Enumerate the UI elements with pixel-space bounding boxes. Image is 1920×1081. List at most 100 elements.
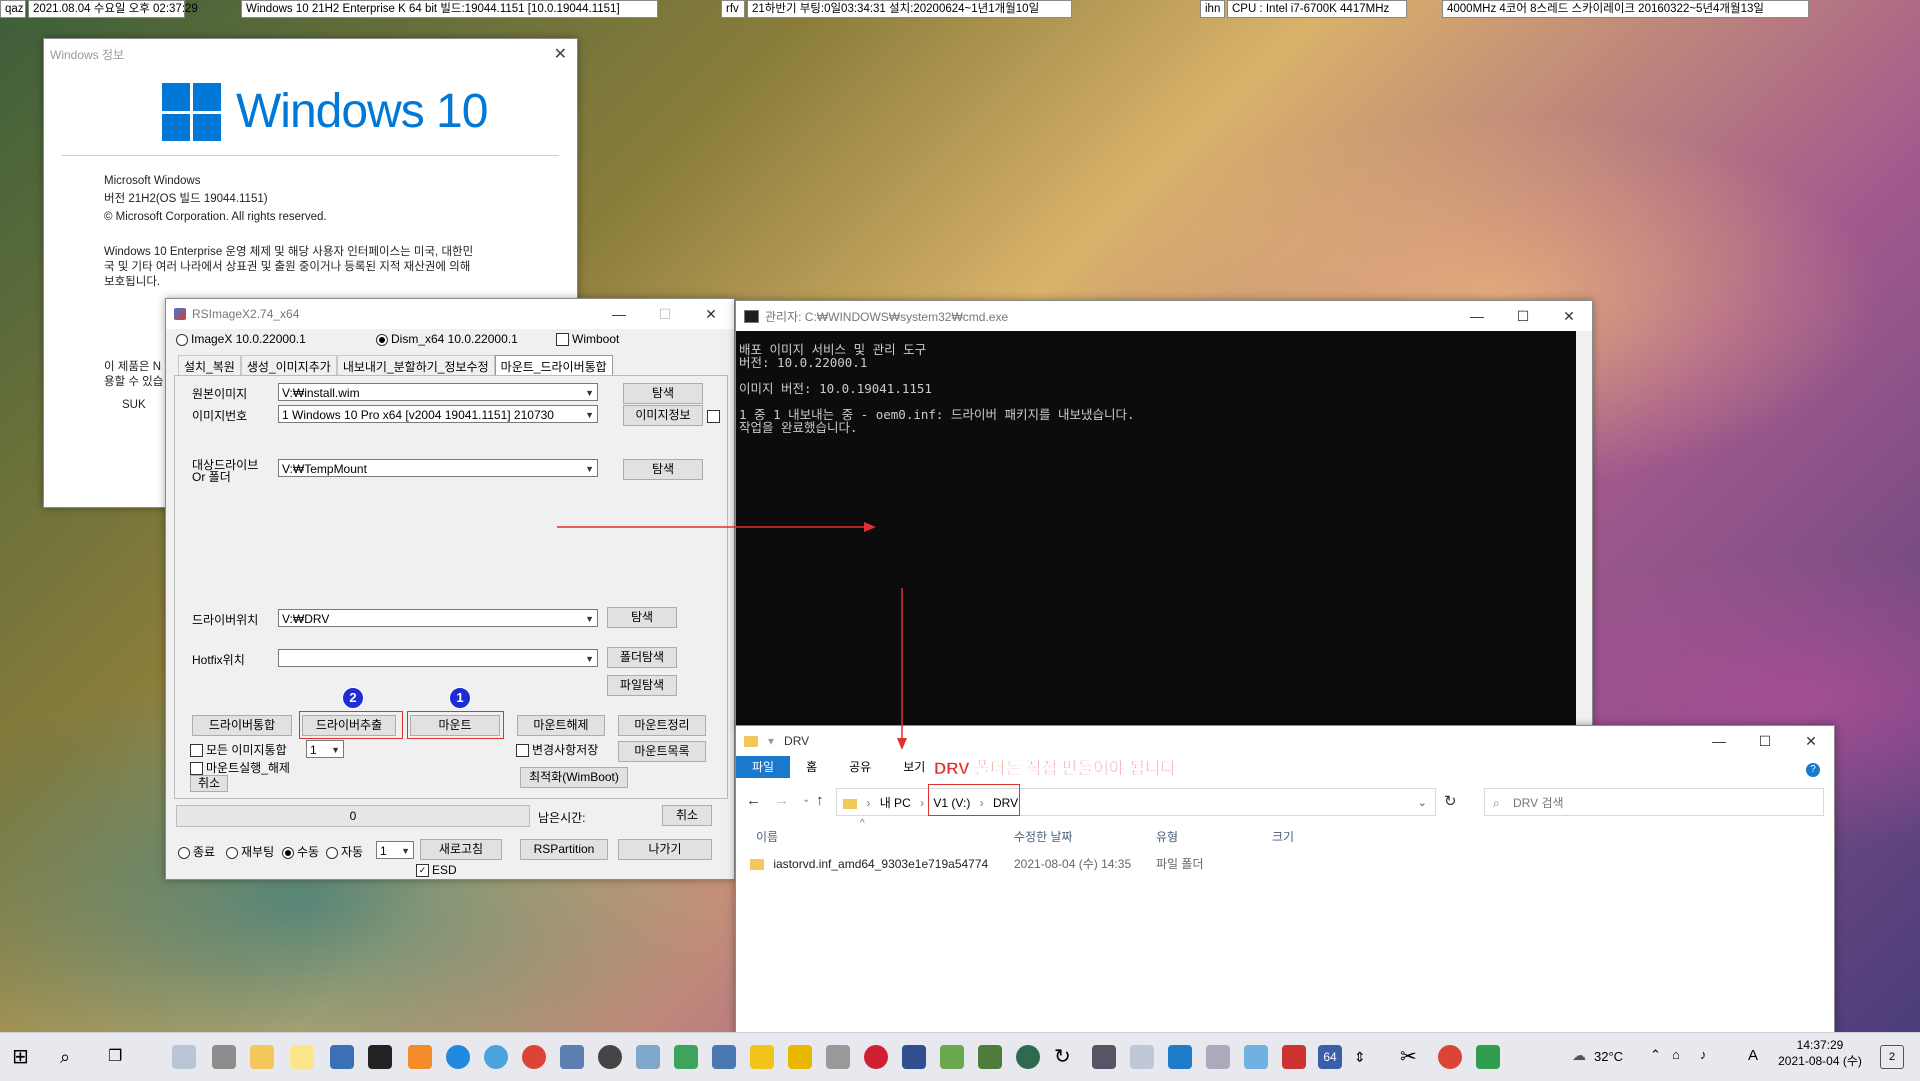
minimize-button[interactable]: —	[1454, 301, 1500, 331]
up-arrow-icon[interactable]: ↑	[816, 792, 824, 809]
esd-checkbox[interactable]: ✓ ESD	[416, 863, 457, 878]
target-folder-combo[interactable]: V:₩TempMount ▼	[278, 459, 598, 477]
browse-driver-button[interactable]: 탐색	[607, 607, 677, 628]
list-item[interactable]: iastorvd.inf_amd64_9303e1e719a54774 2021…	[750, 854, 1350, 874]
chevron-updown-icon[interactable]: ⇕	[1354, 1045, 1378, 1069]
notification-center-icon[interactable]: 2	[1880, 1045, 1904, 1069]
file-browse-button[interactable]: 파일탐색	[607, 675, 677, 696]
terminal-icon[interactable]	[368, 1045, 392, 1069]
chevron-up-icon[interactable]: ⌃	[1650, 1047, 1661, 1063]
bottom-count-combo[interactable]: 1 ▼	[376, 841, 414, 859]
image-index-combo[interactable]: 1 Windows 10 Pro x64 [v2004 19041.1151] …	[278, 405, 598, 423]
app-icon[interactable]	[330, 1045, 354, 1069]
ribbon-tab-home[interactable]: 홈	[790, 756, 833, 778]
column-name[interactable]: 이름	[756, 828, 778, 845]
refresh-button[interactable]: 새로고침	[420, 839, 502, 860]
all-images-count-combo[interactable]: 1 ▼	[306, 740, 344, 758]
app-icon[interactable]	[1244, 1045, 1268, 1069]
app-icon[interactable]	[864, 1045, 888, 1069]
rspartition-button[interactable]: RSPartition	[520, 839, 608, 860]
scissors-icon[interactable]: ✂	[1400, 1045, 1424, 1069]
app-icon[interactable]	[1476, 1045, 1500, 1069]
image-info-checkbox[interactable]	[707, 409, 723, 424]
address-bar[interactable]: › 내 PC › V1 (V:) › DRV ⌄	[836, 788, 1436, 816]
radio-reboot[interactable]: 재부팅	[226, 843, 274, 860]
refresh-icon[interactable]: ↻	[1054, 1045, 1078, 1069]
search-box[interactable]: ⌕ DRV 검색	[1484, 788, 1824, 816]
language-indicator[interactable]: A	[1748, 1047, 1758, 1064]
radio-dism[interactable]: Dism_x64 10.0.22000.1	[376, 332, 518, 346]
file-explorer-icon[interactable]	[250, 1045, 274, 1069]
image-info-button[interactable]: 이미지정보	[623, 405, 703, 426]
chrome-icon[interactable]	[1438, 1045, 1462, 1069]
cancel-button[interactable]: 취소	[662, 805, 712, 826]
app-icon[interactable]	[172, 1045, 196, 1069]
app-icon[interactable]	[712, 1045, 736, 1069]
quick-access-icon[interactable]: ▾	[768, 734, 774, 748]
driver-integrate-button[interactable]: 드라이버통합	[192, 715, 292, 736]
maximize-button[interactable]: ☐	[1500, 301, 1546, 331]
exit-button[interactable]: 나가기	[618, 839, 712, 860]
optimize-wimboot-button[interactable]: 최적화(WimBoot)	[520, 767, 628, 788]
edge-icon[interactable]	[446, 1045, 470, 1069]
app-icon[interactable]	[408, 1045, 432, 1069]
folder-browse-button[interactable]: 폴더탐색	[607, 647, 677, 668]
close-icon[interactable]: ✕	[554, 44, 567, 64]
app-icon[interactable]	[212, 1045, 236, 1069]
clock[interactable]: 14:37:29 2021-08-04 (수)	[1778, 1037, 1862, 1069]
small-cancel-button[interactable]: 취소	[190, 775, 228, 792]
x64-icon[interactable]: 64	[1318, 1045, 1342, 1069]
column-size[interactable]: 크기	[1272, 828, 1294, 845]
source-image-combo[interactable]: V:₩install.wim ▼	[278, 383, 598, 401]
app-icon[interactable]	[1092, 1045, 1116, 1069]
cmd-scrollbar[interactable]	[1576, 331, 1592, 729]
app-icon[interactable]	[940, 1045, 964, 1069]
network-icon[interactable]: ⌂	[1672, 1047, 1680, 1062]
app-icon[interactable]	[1282, 1045, 1306, 1069]
ribbon-tab-share[interactable]: 공유	[833, 756, 887, 778]
back-arrow-icon[interactable]: ←	[746, 792, 761, 809]
app-icon[interactable]	[826, 1045, 850, 1069]
ribbon-tab-file[interactable]: 파일	[736, 756, 791, 778]
hotfix-location-combo[interactable]: ▼	[278, 649, 598, 667]
minimize-button[interactable]: —	[596, 299, 642, 329]
chrome-icon[interactable]	[522, 1045, 546, 1069]
unmount-button[interactable]: 마운트해제	[517, 715, 605, 736]
task-view-icon[interactable]: ❐	[108, 1045, 132, 1069]
browse-source-button[interactable]: 탐색	[623, 383, 703, 404]
notes-icon[interactable]	[290, 1045, 314, 1069]
speaker-icon[interactable]: ♪	[1700, 1047, 1707, 1062]
column-date[interactable]: 수정한 날짜	[1014, 828, 1073, 845]
save-changes-checkbox[interactable]: 변경사항저장	[516, 741, 598, 758]
tab-install-restore[interactable]: 설치_복원	[178, 355, 241, 375]
globe-icon[interactable]	[1016, 1045, 1040, 1069]
browse-target-button[interactable]: 탐색	[623, 459, 703, 480]
tab-create-append[interactable]: 생성_이미지추가	[240, 355, 337, 375]
minimize-button[interactable]: —	[1696, 726, 1742, 756]
shield-icon[interactable]	[674, 1045, 698, 1069]
radio-manual[interactable]: 수동	[282, 843, 319, 860]
unmount-run-checkbox[interactable]: 마운트실행_해제	[190, 759, 290, 776]
chevron-down-icon[interactable]: ⌄	[1418, 789, 1427, 817]
recent-chevron-icon[interactable]: ⌄	[802, 794, 810, 805]
app-icon[interactable]	[1206, 1045, 1230, 1069]
close-button[interactable]: ✕	[1546, 301, 1592, 331]
close-button[interactable]: ✕	[688, 299, 734, 329]
app-icon[interactable]	[978, 1045, 1002, 1069]
app-icon[interactable]	[1130, 1045, 1154, 1069]
wimboot-checkbox[interactable]: Wimboot	[556, 332, 619, 347]
start-windows-icon[interactable]: ⊞	[12, 1045, 36, 1069]
app-icon[interactable]	[636, 1045, 660, 1069]
column-type[interactable]: 유형	[1156, 828, 1178, 845]
help-icon[interactable]: ?	[1806, 763, 1820, 777]
radio-exit[interactable]: 종료	[178, 843, 215, 860]
weather-icon[interactable]: ☁	[1572, 1047, 1586, 1064]
maximize-button[interactable]: ☐	[642, 299, 688, 329]
app-icon[interactable]	[788, 1045, 812, 1069]
app-icon[interactable]	[598, 1045, 622, 1069]
mount-cleanup-button[interactable]: 마운트정리	[618, 715, 706, 736]
mount-list-button[interactable]: 마운트목록	[618, 741, 706, 762]
maximize-button[interactable]: ☐	[1742, 726, 1788, 756]
search-icon[interactable]: ⌕	[60, 1045, 84, 1069]
radio-auto[interactable]: 자동	[326, 843, 363, 860]
